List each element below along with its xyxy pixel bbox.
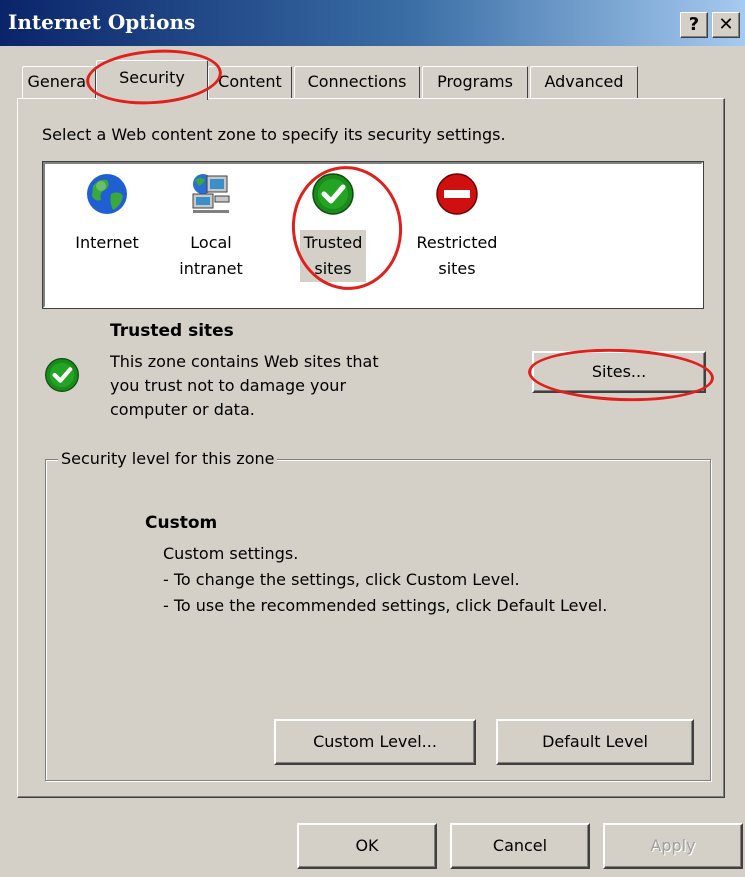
tab-label: General — [27, 72, 91, 91]
cancel-button[interactable]: Cancel — [450, 823, 590, 869]
tab-label: Connections — [307, 72, 407, 91]
button-label: Apply — [650, 836, 696, 855]
red-no-entry-icon — [435, 172, 479, 216]
zone-trusted-sites[interactable]: Trusted sites — [285, 172, 381, 282]
green-check-icon — [311, 172, 355, 216]
tab-label: Advanced — [544, 72, 624, 91]
apply-button[interactable]: Apply — [603, 823, 743, 869]
security-level-title: Custom — [145, 513, 218, 533]
zone-label: Local intranet — [179, 233, 243, 278]
security-level-line: - To change the settings, click Custom L… — [163, 570, 520, 589]
default-level-button[interactable]: Default Level — [496, 719, 694, 765]
security-level-line: - To use the recommended settings, click… — [163, 596, 608, 615]
sites-button[interactable]: Sites... — [532, 351, 706, 393]
button-label: OK — [355, 836, 379, 855]
button-label: Default Level — [542, 732, 648, 751]
zone-restricted-sites[interactable]: Restricted sites — [409, 172, 505, 282]
title-bar[interactable]: Internet Options ? ✕ — [0, 0, 745, 46]
help-button[interactable]: ? — [680, 12, 708, 38]
zone-label: Trusted sites — [299, 230, 367, 282]
globe-icon — [85, 172, 129, 216]
help-icon: ? — [688, 14, 700, 35]
tab-general[interactable]: General — [22, 66, 96, 98]
network-computer-icon — [189, 172, 233, 216]
zone-instruction: Select a Web content zone to specify its… — [42, 125, 506, 144]
tab-label: Security — [119, 68, 185, 87]
button-label: Sites... — [591, 362, 647, 381]
zone-local-intranet[interactable]: Local intranet — [163, 172, 259, 282]
ok-button[interactable]: OK — [297, 823, 437, 869]
custom-level-button[interactable]: Custom Level... — [274, 719, 476, 765]
window-title: Internet Options — [8, 10, 196, 34]
button-label: Cancel — [492, 836, 548, 855]
tab-label: Content — [218, 72, 282, 91]
security-level-line: Custom settings. — [163, 544, 299, 563]
green-check-icon — [44, 357, 80, 393]
zone-info-title: Trusted sites — [110, 321, 234, 341]
tab-label: Programs — [437, 72, 513, 91]
tab-programs[interactable]: Programs — [422, 66, 528, 98]
tab-connections[interactable]: Connections — [294, 66, 420, 98]
tab-content[interactable]: Content — [208, 66, 292, 98]
close-icon: ✕ — [718, 14, 734, 35]
button-label: Custom Level... — [313, 732, 437, 751]
zone-label: Restricted sites — [416, 233, 498, 278]
zone-list[interactable]: Internet Local intranet Trusted sites Re… — [42, 161, 704, 309]
tab-advanced[interactable]: Advanced — [530, 66, 638, 98]
zone-label: Internet — [75, 233, 139, 252]
tab-security[interactable]: Security — [96, 60, 208, 100]
group-legend: Security level for this zone — [58, 449, 278, 468]
zone-info-description: This zone contains Web sites that you tr… — [110, 352, 379, 419]
internet-options-dialog: Internet Options ? ✕ General Security Co… — [0, 0, 745, 877]
zone-internet[interactable]: Internet — [59, 172, 155, 256]
close-button[interactable]: ✕ — [712, 12, 740, 38]
